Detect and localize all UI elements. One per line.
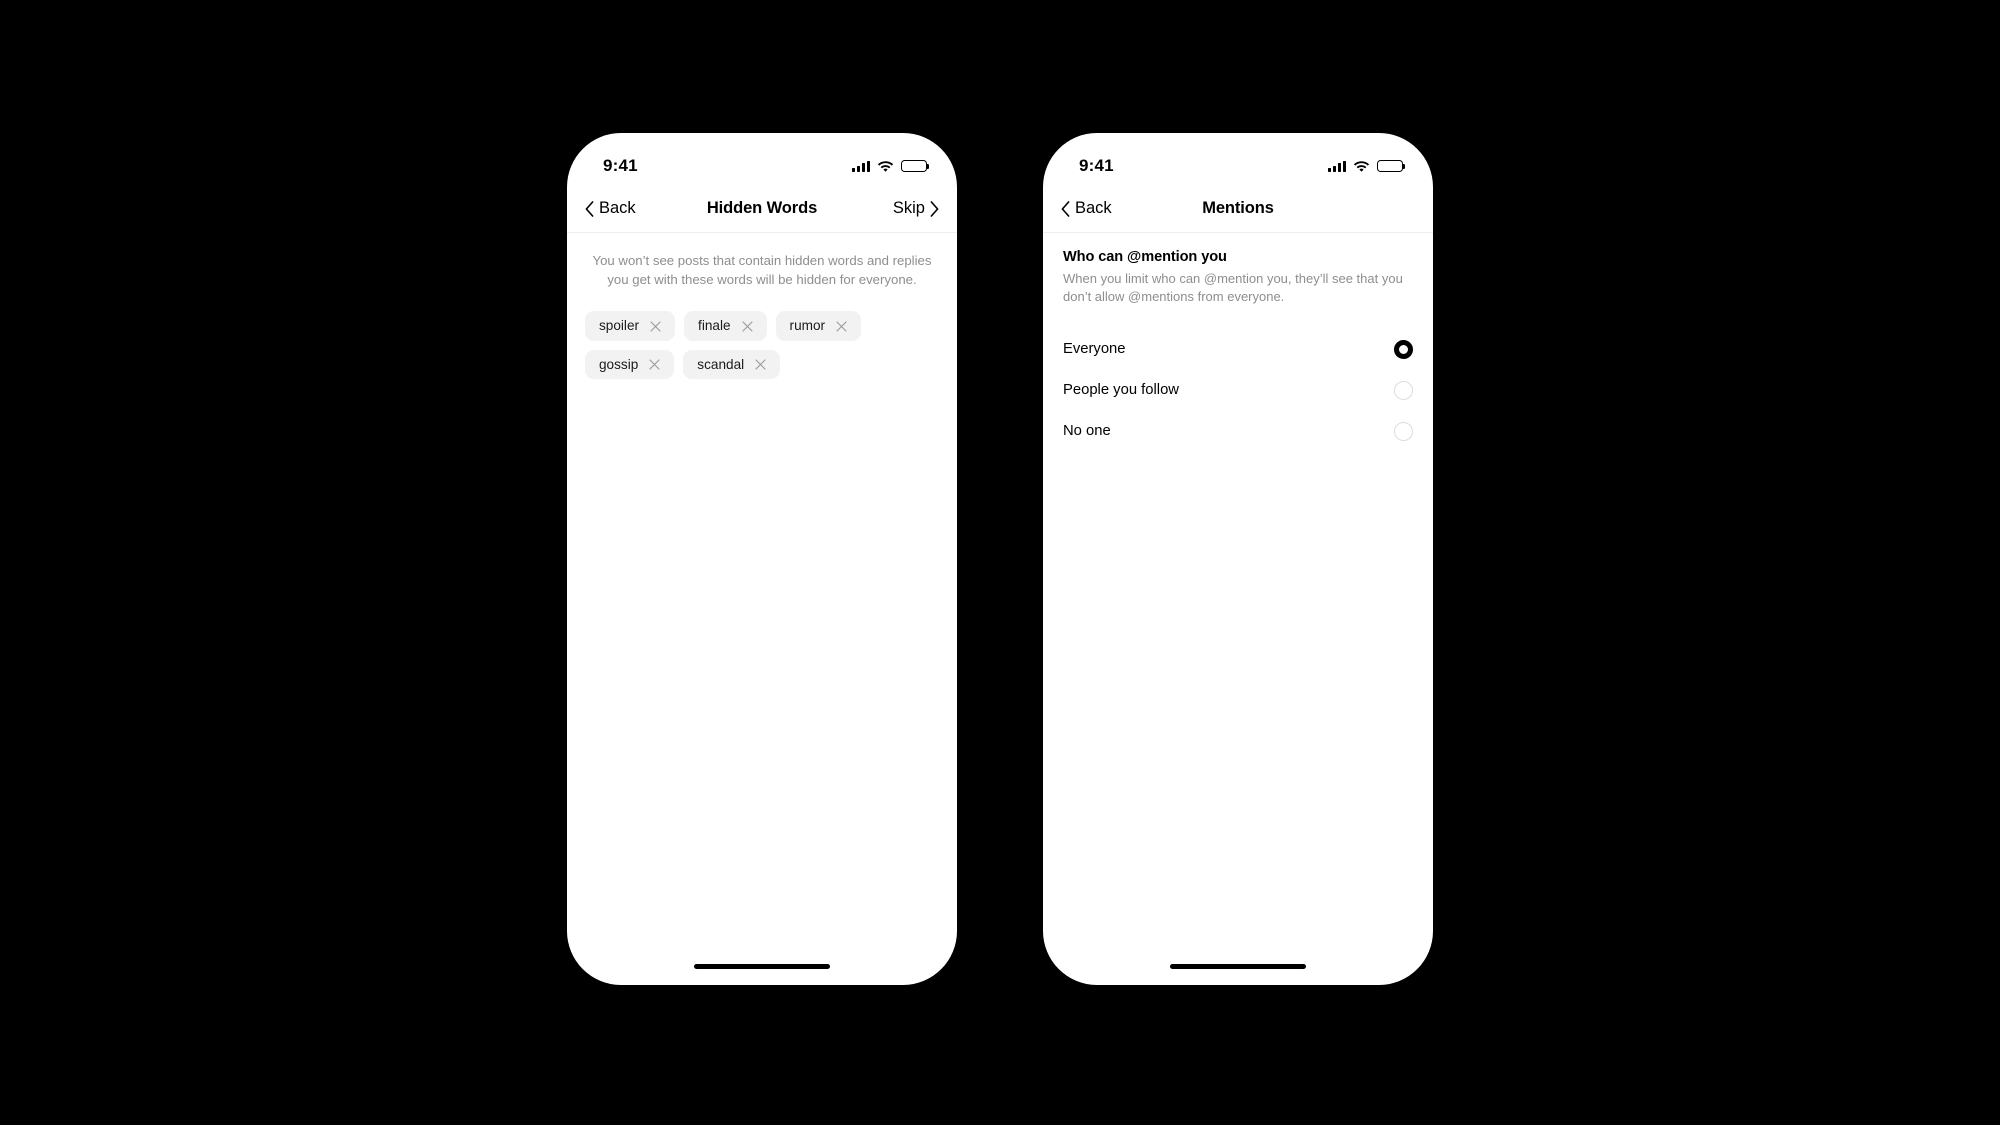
status-time: 9:41 bbox=[1079, 156, 1114, 175]
skip-button[interactable]: Skip bbox=[893, 199, 939, 218]
hidden-word-chip[interactable]: scandal bbox=[683, 349, 781, 380]
wifi-icon bbox=[877, 160, 894, 172]
status-bar: 9:41 bbox=[567, 133, 957, 185]
mention-audience-option-list: Everyone People you follow No one bbox=[1043, 329, 1433, 452]
home-indicator bbox=[694, 964, 830, 969]
hidden-word-label: scandal bbox=[697, 356, 745, 372]
back-button[interactable]: Back bbox=[585, 199, 636, 218]
mention-audience-option[interactable]: People you follow bbox=[1043, 370, 1433, 411]
mention-audience-option[interactable]: No one bbox=[1043, 411, 1433, 452]
home-indicator bbox=[1170, 964, 1306, 969]
radio-button-unselected[interactable] bbox=[1394, 421, 1413, 441]
hidden-words-content: You won’t see posts that contain hidden … bbox=[567, 233, 957, 957]
close-icon[interactable] bbox=[741, 321, 753, 332]
cellular-signal-icon bbox=[1328, 160, 1346, 172]
radio-button-selected[interactable] bbox=[1394, 339, 1413, 359]
battery-icon bbox=[1377, 159, 1406, 173]
close-icon[interactable] bbox=[650, 321, 661, 332]
phone-mockup-mentions: 9:41 Back Mentions Who can @mention you … bbox=[1043, 133, 1433, 985]
navigation-bar: Back Hidden Words Skip bbox=[567, 185, 957, 233]
battery-icon bbox=[901, 159, 930, 173]
mention-audience-option-label: Everyone bbox=[1063, 341, 1126, 358]
phone-mockup-hidden-words: 9:41 Back Hidden Words Skip You won’t se… bbox=[567, 133, 957, 985]
hidden-word-label: spoiler bbox=[599, 318, 640, 334]
mentions-section-header: Who can @mention you When you limit who … bbox=[1043, 233, 1433, 307]
hidden-words-description: You won’t see posts that contain hidden … bbox=[592, 253, 932, 288]
chevron-left-icon bbox=[585, 200, 594, 217]
navigation-bar: Back Mentions bbox=[1043, 185, 1433, 233]
close-icon[interactable] bbox=[649, 359, 660, 370]
back-button-label: Back bbox=[599, 199, 636, 217]
hidden-word-label: finale bbox=[698, 318, 731, 334]
close-icon[interactable] bbox=[755, 359, 766, 370]
hidden-word-chip-list: spoiler finale rumor gossip scandal bbox=[567, 289, 957, 380]
wifi-icon bbox=[1353, 160, 1370, 172]
chevron-right-icon bbox=[930, 200, 939, 217]
hidden-word-chip[interactable]: gossip bbox=[585, 349, 675, 380]
hidden-word-label: gossip bbox=[599, 356, 639, 372]
mention-audience-option-label: No one bbox=[1063, 423, 1111, 440]
section-subtitle: When you limit who can @mention you, the… bbox=[1063, 271, 1403, 305]
skip-button-label: Skip bbox=[892, 199, 925, 217]
hidden-word-chip[interactable]: finale bbox=[684, 311, 767, 341]
status-bar: 9:41 bbox=[1043, 133, 1433, 185]
chevron-left-icon bbox=[1061, 200, 1070, 217]
mentions-content: Who can @mention you When you limit who … bbox=[1043, 233, 1433, 957]
screenshot-canvas: 9:41 Back Hidden Words Skip You won’t se… bbox=[0, 0, 2000, 1125]
home-indicator-area bbox=[567, 957, 957, 985]
hidden-word-chip[interactable]: spoiler bbox=[585, 311, 676, 341]
back-button-label: Back bbox=[1075, 199, 1112, 217]
radio-button-unselected[interactable] bbox=[1394, 380, 1413, 400]
back-button[interactable]: Back bbox=[1061, 199, 1112, 218]
close-icon[interactable] bbox=[836, 321, 847, 332]
hidden-word-chip[interactable]: rumor bbox=[775, 311, 862, 341]
status-icons bbox=[1328, 159, 1406, 173]
hidden-word-label: rumor bbox=[789, 318, 826, 334]
section-title: Who can @mention you bbox=[1063, 249, 1227, 265]
status-icons bbox=[852, 159, 930, 173]
mention-audience-option[interactable]: Everyone bbox=[1043, 329, 1433, 370]
mention-audience-option-label: People you follow bbox=[1063, 382, 1179, 399]
cellular-signal-icon bbox=[852, 160, 870, 172]
status-time: 9:41 bbox=[603, 156, 638, 175]
home-indicator-area bbox=[1043, 957, 1433, 985]
